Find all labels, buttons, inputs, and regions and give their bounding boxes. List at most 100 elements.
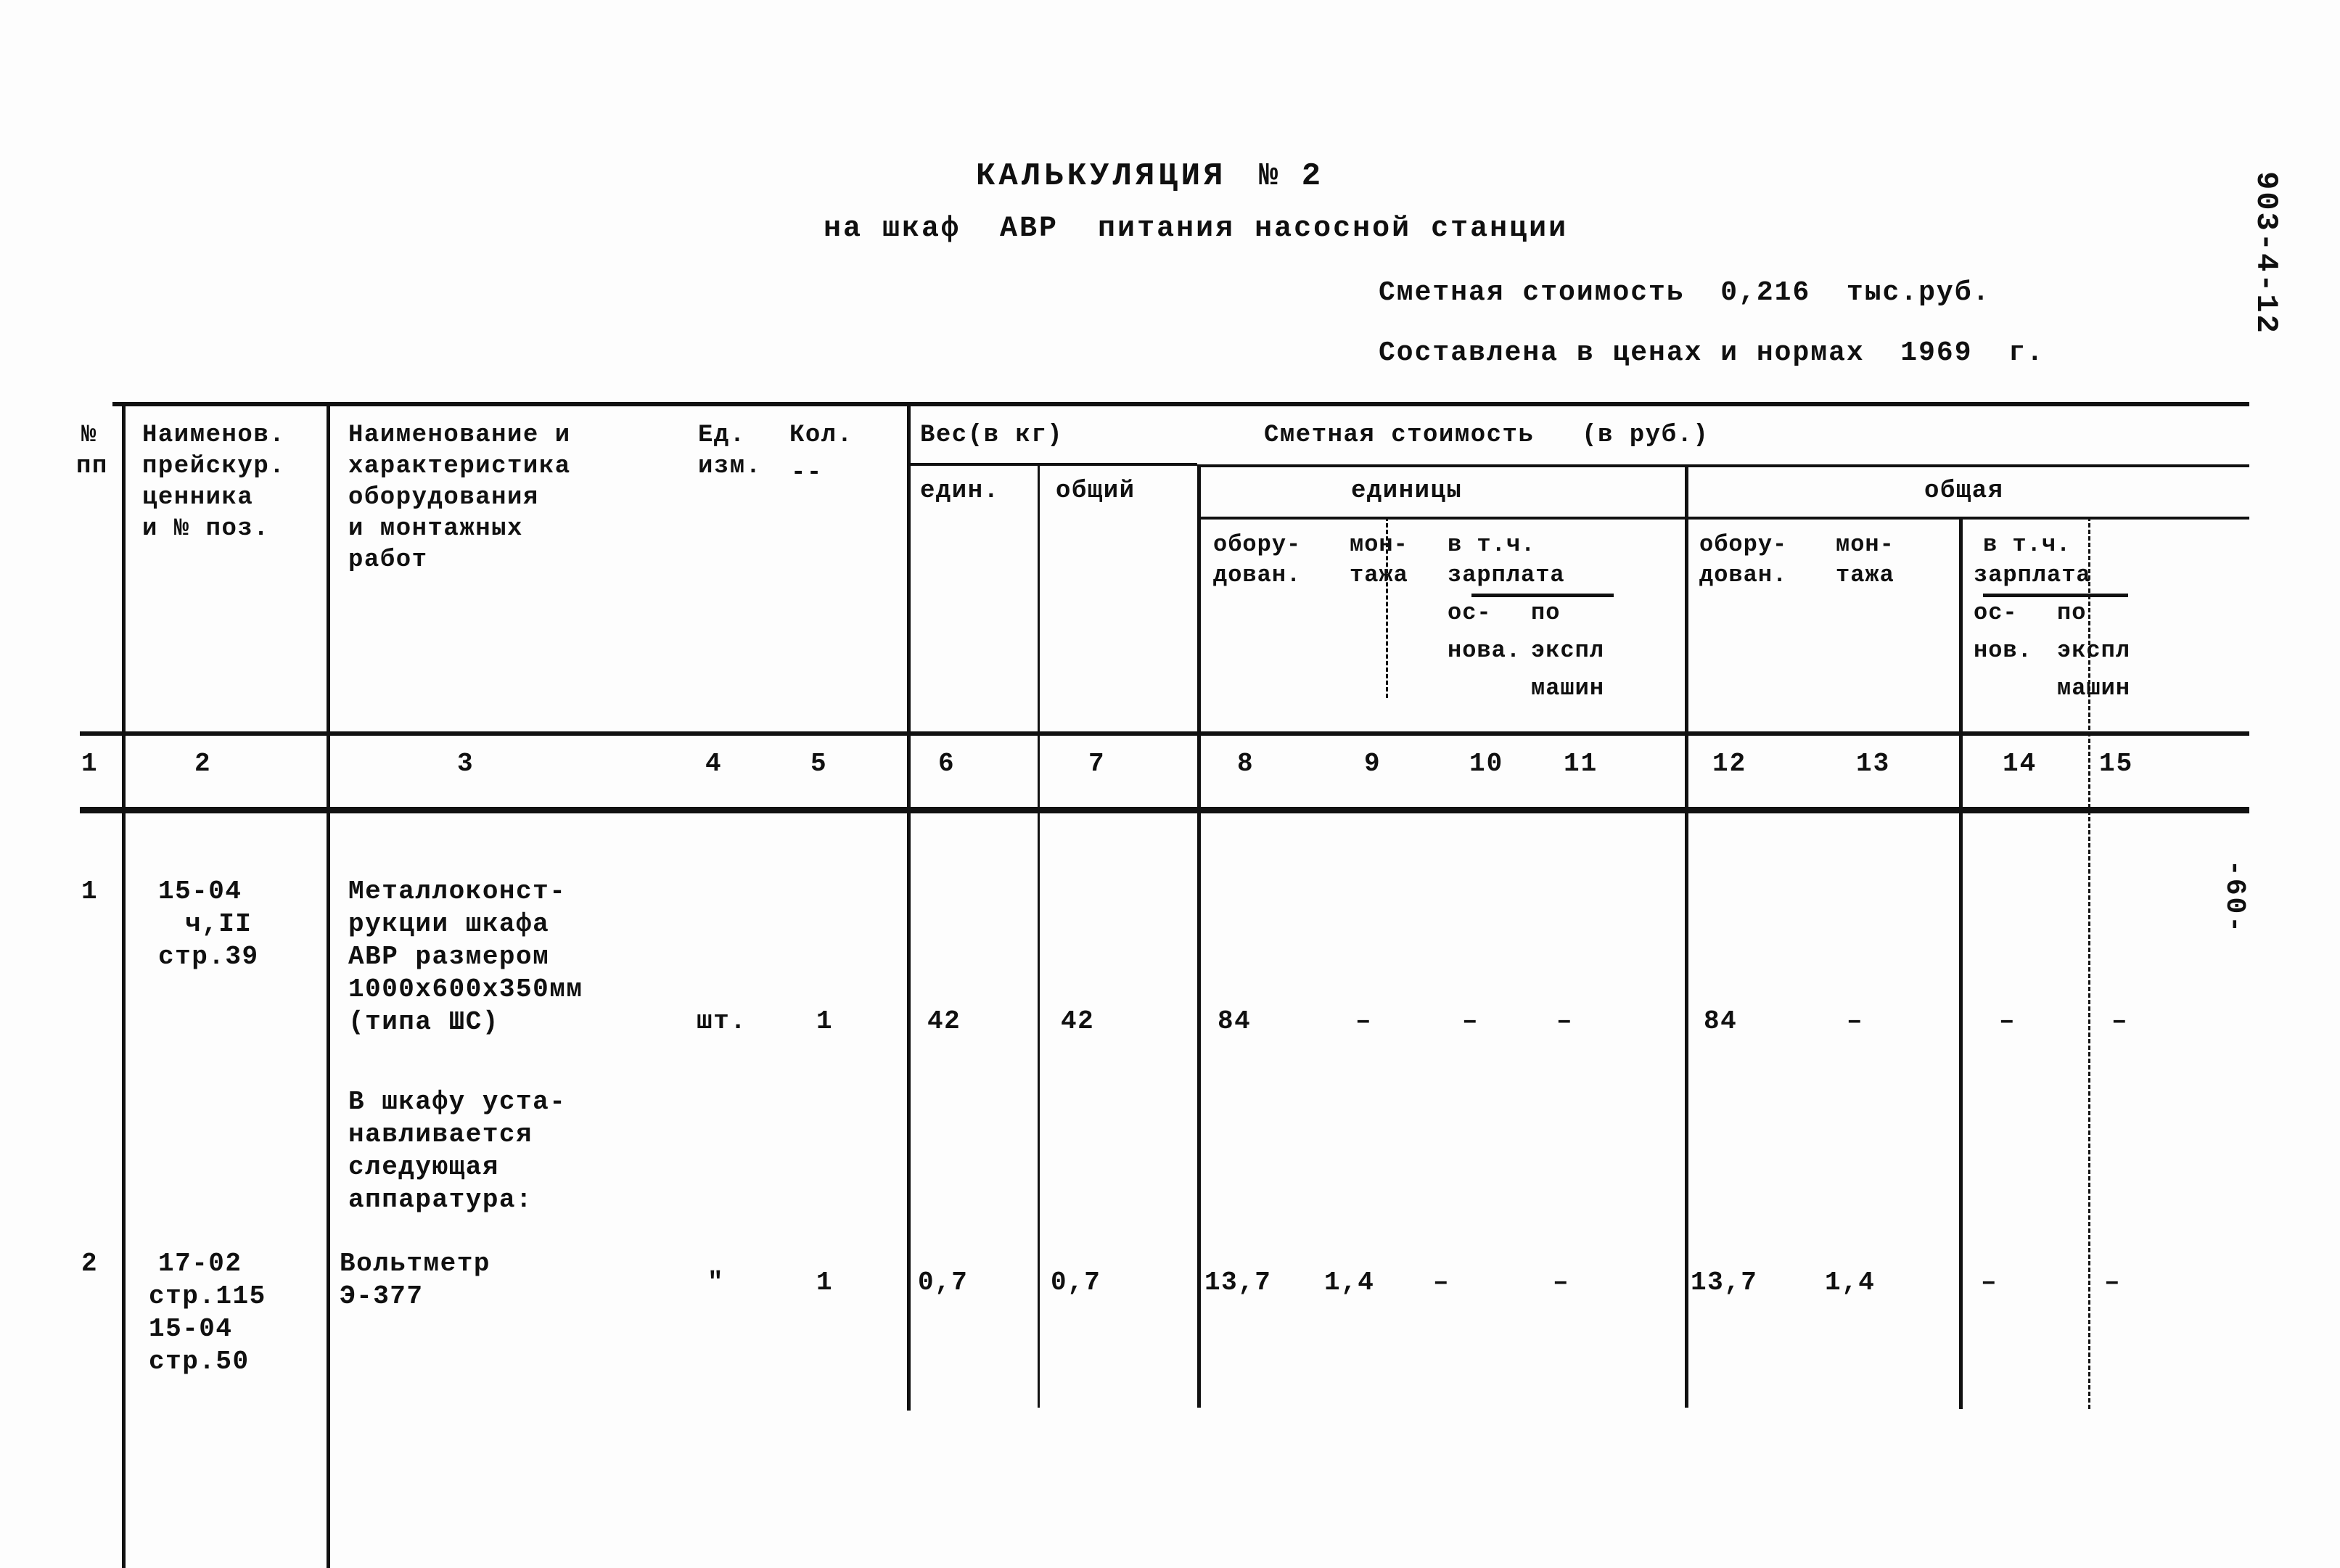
- header-weight-group: Вес(в кг): [920, 422, 1064, 449]
- header-equip-total-line1: обору-: [1699, 531, 1788, 558]
- colnum-4: 4: [705, 749, 723, 779]
- header-salary-total-line2: зарплата: [1974, 562, 2091, 588]
- row1-mont-unit: –: [1355, 1006, 1373, 1036]
- row2-salary-mach-unit: –: [1553, 1268, 1570, 1297]
- row2-qty: 1: [816, 1268, 834, 1297]
- row2-unit: ": [707, 1268, 725, 1297]
- row2-ref-line2: стр.115: [149, 1281, 266, 1311]
- page-title: КАЛЬКУЛЯЦИЯ: [976, 158, 1227, 194]
- header-col3-line2: характеристика: [348, 453, 571, 480]
- row2-ref-line1: 17-02: [158, 1249, 242, 1278]
- row1-salary-main-total: –: [1999, 1006, 2016, 1036]
- header-salary-unit-line2: зарплата: [1448, 562, 1565, 588]
- header-col1-line1: №: [81, 422, 97, 449]
- vline-col7-col8: [1197, 464, 1201, 1408]
- table-row: 1: [81, 877, 99, 906]
- header-col2-line3: ценника: [142, 484, 254, 512]
- page-subtitle: на шкаф АВР питания насосной станции: [824, 213, 1569, 245]
- header-col4-line2: изм.: [698, 453, 762, 480]
- header-salary-total-main-line2: нов.: [1974, 637, 2032, 664]
- header-salary-total-mach-line1: по: [2057, 599, 2087, 626]
- row1-salary-main-unit: –: [1462, 1006, 1479, 1036]
- header-col5-line1: Кол.: [789, 422, 853, 449]
- header-salary-total-mach-line2: экспл: [2057, 637, 2131, 664]
- column-numbers-bottom-rule: [80, 807, 2249, 813]
- header-weight-unit: един.: [920, 477, 1000, 505]
- colnum-7: 7: [1088, 749, 1106, 779]
- salary-unit-underline: [1471, 594, 1614, 597]
- colnum-10: 10: [1469, 749, 1504, 779]
- cost-subgroup-underline: [1199, 517, 2249, 520]
- header-equip-unit-line2: дован.: [1213, 562, 1302, 588]
- row2-desc-line2: Э-377: [340, 1281, 424, 1311]
- prices-basis-line: Составлена в ценах и нормах 1969 г.: [1379, 337, 2045, 369]
- colnum-13: 13: [1856, 749, 1891, 779]
- row1-equip-unit: 84: [1218, 1006, 1252, 1036]
- row1-mont-total: –: [1847, 1006, 1864, 1036]
- table-row: 2: [81, 1249, 99, 1278]
- note-line3: следующая: [348, 1152, 499, 1182]
- header-col3-line3: оборудования: [348, 484, 539, 512]
- row1-salary-mach-unit: –: [1556, 1006, 1574, 1036]
- vline-col13-col14: [1959, 517, 1963, 1409]
- row2-weight-unit: 0,7: [918, 1268, 969, 1297]
- note-line2: навливается: [348, 1120, 533, 1149]
- row2-salary-main-unit: –: [1433, 1268, 1450, 1297]
- row2-mont-unit: 1,4: [1324, 1268, 1375, 1297]
- colnum-3: 3: [457, 749, 475, 779]
- row1-qty: 1: [816, 1006, 834, 1036]
- header-mont-unit-line1: мон-: [1350, 531, 1408, 558]
- row1-ref-line3: стр.39: [158, 942, 259, 972]
- row1-ref-line2: ч,II: [185, 909, 253, 939]
- header-cost-unit-group: единицы: [1351, 477, 1463, 505]
- header-equip-unit-line1: обору-: [1213, 531, 1302, 558]
- margin-page-number: -60-: [2219, 859, 2251, 935]
- row1-desc-line3: АВР размером: [348, 942, 550, 972]
- header-cost-total-group: общая: [1924, 477, 2004, 505]
- row1-desc-line1: Металлоконст-: [348, 877, 567, 906]
- row2-ref-line4: стр.50: [149, 1347, 250, 1376]
- row1-desc-line4: 1000х600х350мм: [348, 974, 583, 1004]
- vline-col2-col3: [327, 402, 330, 1568]
- row2-mont-total: 1,4: [1825, 1268, 1876, 1297]
- header-mont-total-line1: мон-: [1836, 531, 1894, 558]
- weight-group-underline: [908, 463, 1197, 466]
- row1-desc-line2: рукции шкафа: [348, 909, 550, 939]
- header-salary-unit-mach-line2: экспл: [1531, 637, 1605, 664]
- table-top-border: [112, 402, 2249, 406]
- header-col2-line2: прейскур.: [142, 453, 286, 480]
- header-salary-unit-mach-line3: машин: [1531, 675, 1605, 702]
- row1-weight-total: 42: [1061, 1006, 1095, 1036]
- note-line1: В шкафу уста-: [348, 1087, 567, 1117]
- colnum-15: 15: [2099, 749, 2134, 779]
- row2-desc-line1: Вольтметр: [340, 1249, 490, 1278]
- header-cost-group: Сметная стоимость (в руб.): [1264, 422, 1709, 449]
- colnum-2: 2: [194, 749, 212, 779]
- header-salary-total-main-line1: ос-: [1974, 599, 2018, 626]
- vline-col6-col7: [1038, 464, 1040, 1408]
- note-line4: аппаратура:: [348, 1185, 533, 1215]
- column-numbers-top-rule: [80, 731, 2249, 736]
- estimate-cost-line: Сметная стоимость 0,216 тыс.руб.: [1379, 277, 1991, 308]
- colnum-5: 5: [810, 749, 828, 779]
- row1-desc-line5: (типа ШС): [348, 1007, 499, 1037]
- header-salary-unit-main-line2: нова.: [1448, 637, 1522, 664]
- header-equip-total-line2: дован.: [1699, 562, 1788, 588]
- header-salary-total-mach-line3: машин: [2057, 675, 2131, 702]
- header-weight-total: общий: [1056, 477, 1136, 505]
- row1-weight-unit: 42: [927, 1006, 961, 1036]
- header-salary-unit-main-line1: ос-: [1448, 599, 1492, 626]
- row2-equip-unit: 13,7: [1204, 1268, 1272, 1297]
- row1-ref-line1: 15-04: [158, 877, 242, 906]
- row1-unit: шт.: [697, 1006, 747, 1036]
- header-salary-unit-line1: в т.ч.: [1448, 531, 1536, 558]
- row2-weight-total: 0,7: [1051, 1268, 1101, 1297]
- colnum-9: 9: [1364, 749, 1382, 779]
- cost-group-underline: [1199, 464, 2249, 467]
- colnum-8: 8: [1237, 749, 1255, 779]
- header-col3-line4: и монтажных: [348, 515, 523, 543]
- row1-salary-mach-total: –: [2111, 1006, 2129, 1036]
- header-col3-line1: Наименование и: [348, 422, 571, 449]
- vline-col1-col2: [122, 402, 126, 1568]
- colnum-11: 11: [1564, 749, 1598, 779]
